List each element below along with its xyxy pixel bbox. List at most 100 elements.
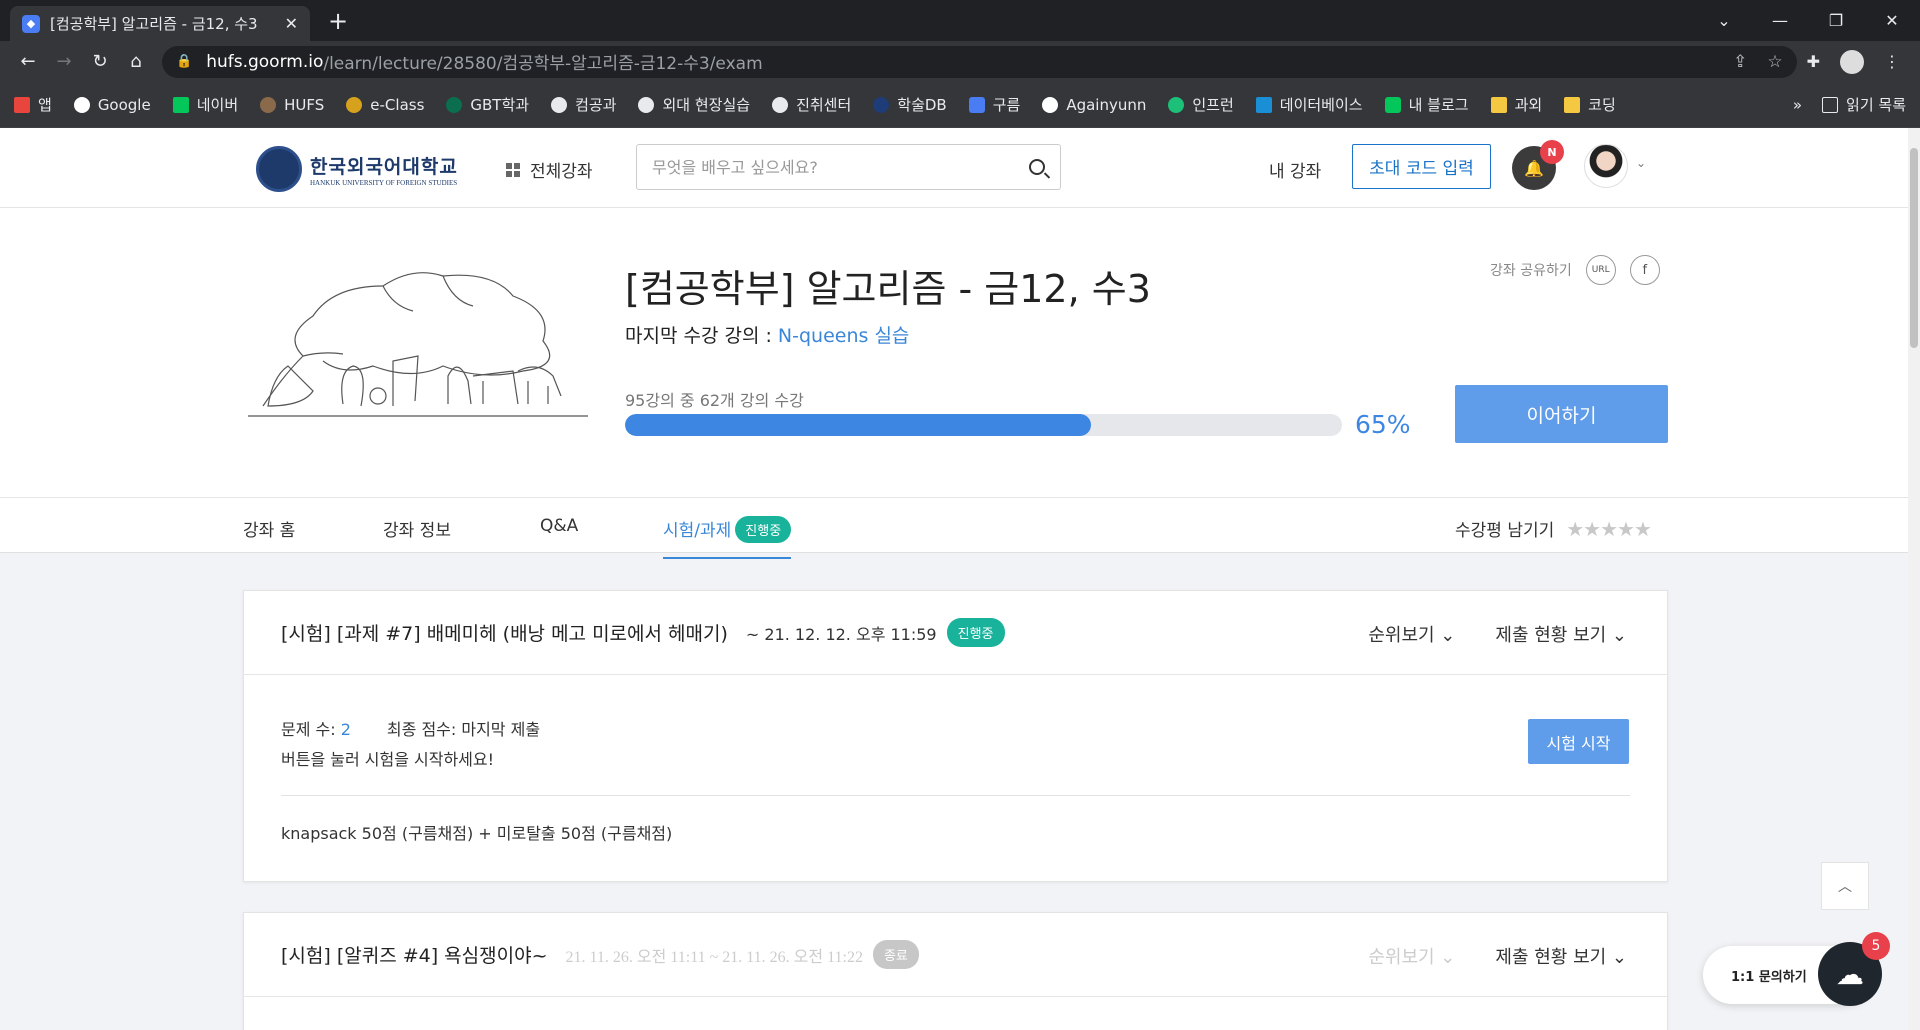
blog-icon: [1384, 96, 1401, 113]
reading-list[interactable]: 읽기 목록: [1822, 94, 1906, 115]
extensions-icon[interactable]: ✚: [1807, 52, 1820, 71]
notification-button[interactable]: 🔔 N: [1512, 140, 1564, 190]
bookmark-coding[interactable]: 코딩: [1564, 94, 1616, 115]
bookmark-tutoring[interactable]: 과외: [1490, 94, 1542, 115]
scroll-to-top-button[interactable]: ︿: [1821, 862, 1869, 910]
forward-icon[interactable]: →: [46, 51, 82, 72]
tab-title: [컴공학부] 알고리즘 - 금12, 수3: [50, 15, 258, 33]
scrollbar-thumb[interactable]: [1910, 148, 1918, 348]
write-review[interactable]: 수강평 남기기 ★★★★★: [1455, 516, 1652, 542]
browser-toolbar: ← → ↻ ⌂ 🔒 hufs.goorm.io /learn/lecture/2…: [0, 41, 1920, 82]
globe-icon: [638, 96, 655, 113]
share-icon[interactable]: ⇪: [1733, 52, 1747, 72]
classroom-icon: [1255, 96, 1272, 113]
bookmark-hufs[interactable]: HUFS: [260, 96, 324, 114]
view-submissions-button[interactable]: 제출 현황 보기 ⌄: [1495, 621, 1627, 647]
search-icon[interactable]: [1029, 159, 1045, 175]
bookmark-career[interactable]: 진취센터: [772, 94, 851, 115]
grid-icon: [506, 162, 520, 177]
page-scrollbar[interactable]: [1908, 128, 1920, 1030]
continue-button[interactable]: 이어하기: [1455, 385, 1668, 443]
view-ranking-button[interactable]: 순위보기 ⌄: [1368, 621, 1455, 647]
invite-code-button[interactable]: 초대 코드 입력: [1352, 144, 1491, 189]
new-tab-icon[interactable]: +: [328, 7, 348, 35]
url-share-icon[interactable]: URL: [1585, 255, 1616, 285]
bookmark-google[interactable]: Google: [73, 96, 151, 114]
starbucks-icon: [446, 96, 463, 113]
progress-bar-fill: [625, 414, 1092, 436]
exam-period: 21. 11. 26. 오전 11:11 ~ 21. 11. 26. 오전 11…: [565, 948, 863, 966]
goorm-favicon-icon: ◆: [22, 14, 40, 33]
bookmark-cse[interactable]: 컴공과: [551, 94, 616, 115]
chevron-down-icon[interactable]: ⌄: [1636, 156, 1646, 170]
browser-tab[interactable]: ◆ [컴공학부] 알고리즘 - 금12, 수3 ✕: [10, 6, 310, 41]
bookmark-apps[interactable]: 앱: [14, 94, 52, 115]
rating-stars-icon[interactable]: ★★★★★: [1566, 517, 1652, 541]
progress-bar: [625, 414, 1342, 436]
bookmark-goorm[interactable]: 구름: [968, 94, 1020, 115]
naver-icon: [172, 96, 189, 113]
close-tab-icon[interactable]: ✕: [285, 14, 298, 33]
bookmark-blog[interactable]: 내 블로그: [1384, 94, 1469, 115]
course-tabs: 강좌 홈 강좌 정보 Q&A 시험/과제 진행중 수강평 남기기 ★★★★★: [0, 497, 1920, 559]
bookmark-inflearn[interactable]: 인프런: [1168, 94, 1234, 115]
view-ranking-button[interactable]: 순위보기 ⌄: [1368, 943, 1455, 969]
status-badge: 진행중: [946, 618, 1005, 647]
back-icon[interactable]: ←: [10, 51, 46, 72]
menu-icon[interactable]: ⋮: [1884, 52, 1900, 71]
search-box: [636, 144, 1061, 190]
home-icon[interactable]: ⌂: [118, 51, 154, 72]
browser-tab-strip: ◆ [컴공학부] 알고리즘 - 금12, 수3 ✕ + ⌄ — ❐ ✕: [0, 0, 1920, 41]
bookmark-github[interactable]: Againyunn: [1042, 96, 1146, 114]
tab-exams[interactable]: 시험/과제 진행중: [663, 516, 792, 559]
inflearn-icon: [1168, 96, 1185, 113]
tab-qna[interactable]: Q&A: [540, 516, 578, 536]
bookmarks-bar: 앱 Google 네이버 HUFS e-Class GBT학과 컴공과 외대 현…: [0, 82, 1920, 128]
search-input[interactable]: [652, 157, 1029, 177]
more-bookmarks-icon[interactable]: »: [1793, 96, 1802, 114]
address-bar[interactable]: 🔒 hufs.goorm.io /learn/lecture/28580/컴공학…: [162, 45, 1797, 78]
exam-meta: 문제 수: 2 최종 점수: 마지막 제출: [281, 720, 541, 739]
bookmark-database[interactable]: 데이터베이스: [1255, 94, 1363, 115]
course-illustration: [248, 272, 588, 417]
user-avatar[interactable]: [1584, 144, 1628, 188]
restore-icon[interactable]: ❐: [1808, 11, 1864, 30]
folder-icon: [1490, 96, 1507, 113]
last-lecture-link[interactable]: N-queens 실습: [778, 325, 910, 347]
view-submissions-button[interactable]: 제출 현황 보기 ⌄: [1495, 943, 1627, 969]
apps-grid-icon: [14, 96, 30, 113]
exam-card-body: 문제 수: 2 최종 점수: 마지막 제출 버튼을 눌러 시험을 시작하세요! 시…: [244, 675, 1667, 844]
lock-icon[interactable]: 🔒: [176, 54, 192, 69]
exam-card: [시험] [과제 #7] 배메미헤 (배낭 메고 미로에서 헤매기) ~ 21.…: [243, 590, 1668, 882]
final-score-rule: 최종 점수: 마지막 제출: [386, 720, 541, 739]
close-window-icon[interactable]: ✕: [1864, 11, 1920, 30]
profile-avatar[interactable]: [1840, 49, 1864, 74]
bell-icon: 🔔: [1524, 158, 1544, 178]
all-courses-link[interactable]: 전체강좌: [506, 157, 593, 182]
status-badge: 진행중: [735, 516, 792, 543]
bookmark-naver[interactable]: 네이버: [172, 94, 238, 115]
start-exam-button[interactable]: 시험 시작: [1528, 719, 1629, 764]
question-count: 2: [340, 720, 351, 739]
tab-course-home[interactable]: 강좌 홈: [243, 516, 295, 541]
minimize-icon[interactable]: —: [1752, 11, 1808, 30]
my-course-link[interactable]: 내 강좌: [1269, 157, 1321, 182]
bookmark-internship[interactable]: 외대 현장실습: [638, 94, 750, 115]
chat-badge: 5: [1862, 932, 1890, 960]
exam-description: knapsack 50점 (구름채점) + 미로탈출 50점 (구름채점): [281, 824, 673, 843]
progress-text: 95강의 중 62개 강의 수강: [625, 391, 804, 410]
google-icon: [73, 96, 90, 113]
course-title: [컴공학부] 알고리즘 - 금12, 수3: [625, 267, 1151, 311]
logo-english: HANKUK UNIVERSITY OF FOREIGN STUDIES: [310, 178, 458, 187]
exam-deadline: ~ 21. 12. 12. 오후 11:59: [745, 624, 937, 644]
reload-icon[interactable]: ↻: [82, 51, 118, 72]
bookmark-eclass[interactable]: e-Class: [346, 96, 424, 114]
bookmark-academic-db[interactable]: 학술DB: [873, 94, 947, 115]
facebook-share-icon[interactable]: f: [1629, 255, 1660, 285]
tab-search-icon[interactable]: ⌄: [1696, 11, 1752, 30]
github-icon: [1042, 96, 1059, 113]
bookmark-gbt[interactable]: GBT학과: [446, 94, 529, 115]
bookmark-star-icon[interactable]: ☆: [1767, 52, 1782, 72]
tab-course-info[interactable]: 강좌 정보: [383, 516, 451, 541]
hufs-logo[interactable]: 한국외국어대학교 HANKUK UNIVERSITY OF FOREIGN ST…: [256, 146, 458, 192]
